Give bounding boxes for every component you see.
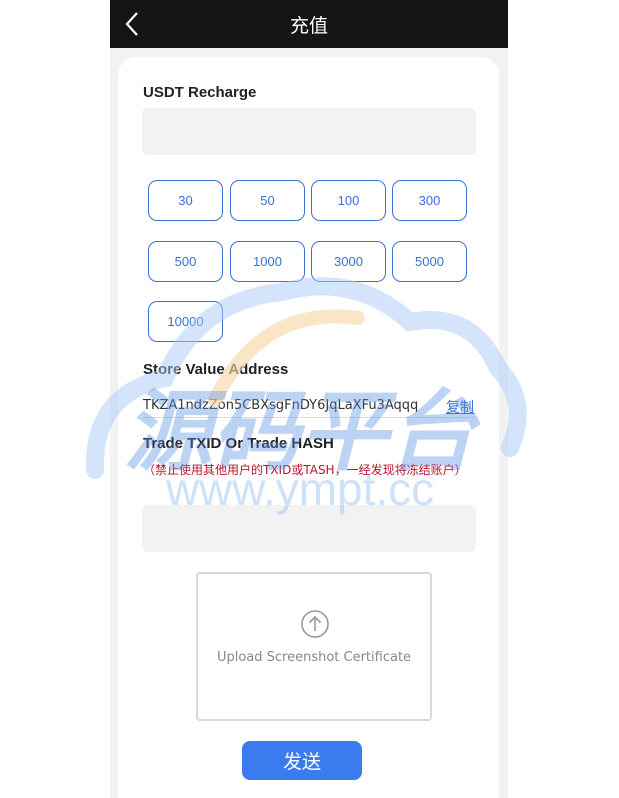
navigation-bar: 充值: [110, 0, 508, 48]
upload-label: Upload Screenshot Certificate: [216, 650, 412, 665]
recharge-card: USDT Recharge 30 50 100 300 500 1000 300…: [118, 57, 499, 798]
trade-txid-label: Trade TXID Or Trade HASH: [143, 435, 334, 452]
arrow-up-circle-icon: [301, 610, 329, 638]
amount-chip[interactable]: 3000: [311, 241, 386, 282]
phone-screen: 充值 USDT Recharge 30 50 100 300 500 1000 …: [110, 0, 508, 798]
amount-chip[interactable]: 1000: [230, 241, 305, 282]
upload-screenshot-box[interactable]: Upload Screenshot Certificate: [196, 572, 432, 721]
copy-address-link[interactable]: 复制: [446, 397, 474, 417]
usdt-recharge-label: USDT Recharge: [143, 84, 257, 101]
amount-chip[interactable]: 300: [392, 180, 467, 221]
store-value-address-label: Store Value Address: [143, 361, 289, 378]
trade-txid-input[interactable]: [142, 505, 476, 552]
page-title: 充值: [289, 15, 328, 37]
amount-chip[interactable]: 100: [311, 180, 386, 221]
txid-warning-text: （禁止使用其他用户的TXID或TASH，一经发现将冻结账户）: [143, 463, 467, 477]
wallet-address: TKZA1ndzZon5CBXsgFnDY6JqLaXFu3Aqqq: [143, 398, 419, 413]
amount-chip[interactable]: 10000: [148, 301, 223, 342]
amount-chip[interactable]: 30: [148, 180, 223, 221]
amount-chip[interactable]: 500: [148, 241, 223, 282]
address-divider: [143, 417, 476, 418]
recharge-amount-input[interactable]: [142, 108, 476, 155]
send-button[interactable]: 发送: [242, 741, 362, 780]
amount-chip[interactable]: 50: [230, 180, 305, 221]
amount-chip[interactable]: 5000: [392, 241, 467, 282]
